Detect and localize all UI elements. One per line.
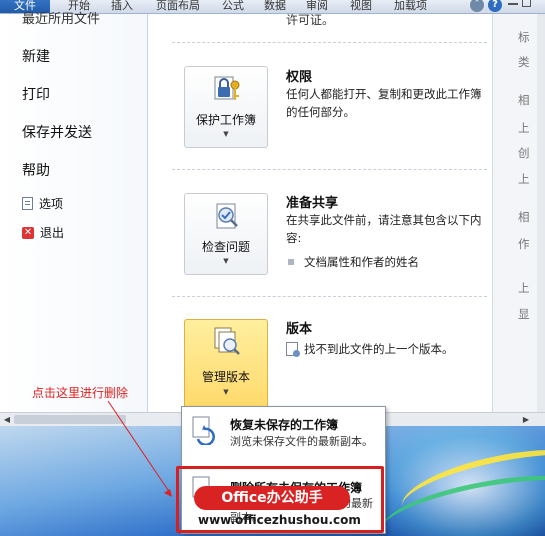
- protect-workbook-label: 保护工作簿: [195, 113, 256, 127]
- manage-versions-icon: [214, 327, 240, 355]
- watermark-badge: Office办公助手: [194, 486, 350, 510]
- versions-desc: 找不到此文件的上一个版本。: [304, 342, 454, 356]
- section-divider: [172, 296, 487, 297]
- manage-versions-button[interactable]: 管理版本 ▼: [184, 319, 268, 411]
- document-properties-label: 文档属性和作者的姓名: [304, 255, 419, 269]
- recover-document-icon: [192, 416, 215, 445]
- license-text: 许可证。: [286, 13, 335, 27]
- help-icon[interactable]: ?: [488, 0, 502, 12]
- options-icon: [22, 197, 33, 210]
- property-label: 标: [518, 30, 530, 44]
- protect-workbook-button[interactable]: 保护工作簿 ▼: [184, 66, 268, 148]
- tab-data[interactable]: 数据: [264, 0, 286, 13]
- chevron-down-icon: ▼: [223, 130, 229, 138]
- nav-item-new[interactable]: 新建: [22, 46, 50, 66]
- chevron-down-icon: ▼: [223, 388, 229, 396]
- section-divider: [172, 42, 487, 43]
- manage-versions-label: 管理版本: [201, 370, 250, 384]
- minimize-icon[interactable]: [508, 3, 518, 5]
- property-label: 创: [518, 146, 530, 160]
- scrollbar-thumb[interactable]: [14, 415, 126, 424]
- property-label: 上: [518, 121, 530, 135]
- nav-item-print[interactable]: 打印: [22, 84, 50, 104]
- document-properties-item: 文档属性和作者的姓名: [288, 254, 419, 270]
- menu-item-recover-unsaved[interactable]: 恢复未保存的工作簿 浏览未保存文件的最新副本。: [182, 407, 385, 467]
- nav-item-exit[interactable]: ✕ 退出: [22, 224, 64, 241]
- versions-title: 版本: [286, 322, 313, 337]
- nav-item-help[interactable]: 帮助: [22, 160, 50, 180]
- tab-insert[interactable]: 插入: [111, 0, 133, 13]
- property-label: 作: [518, 237, 530, 251]
- backstage-nav: 最近所用文件 新建 打印 保存并发送 帮助 选项 ✕ 退出: [0, 12, 148, 412]
- check-issues-label: 检查问题: [201, 240, 250, 254]
- recover-unsaved-title: 恢复未保存的工作簿: [230, 418, 339, 432]
- bullet-icon: [288, 259, 294, 265]
- property-label: 类: [518, 55, 530, 69]
- property-label: 显: [518, 307, 530, 321]
- vertical-scrollbar[interactable]: [537, 14, 545, 412]
- property-label: 相: [518, 210, 530, 224]
- property-label: 上: [518, 172, 530, 186]
- annotation-label: 点击这里进行删除: [32, 386, 129, 400]
- tab-view[interactable]: 视图: [350, 0, 372, 13]
- permissions-desc: 任何人都能打开、复制和更改此工作簿的任何部分。: [286, 87, 482, 119]
- permissions-title: 权限: [286, 70, 313, 85]
- property-label: 相: [518, 93, 530, 107]
- scroll-right-icon[interactable]: ▶: [520, 414, 532, 425]
- restore-icon[interactable]: [522, 0, 531, 7]
- versions-info: 找不到此文件的上一个版本。: [286, 340, 486, 358]
- nav-exit-label: 退出: [40, 226, 65, 240]
- nav-item-options[interactable]: 选项: [22, 195, 63, 212]
- ribbon-collapse-icon[interactable]: ˄: [470, 0, 484, 12]
- tab-formulas[interactable]: 公式: [222, 0, 244, 13]
- document-version-icon: [286, 342, 300, 357]
- chevron-down-icon: ▼: [223, 257, 229, 265]
- inspect-document-icon: [216, 203, 238, 229]
- prepare-sharing-desc: 在共享此文件前，请注意其包含以下内容:: [286, 213, 482, 245]
- prepare-sharing-title: 准备共享: [286, 196, 339, 211]
- lock-key-icon: [214, 76, 240, 100]
- recover-unsaved-desc: 浏览未保存文件的最新副本。: [230, 435, 373, 448]
- check-issues-button[interactable]: 检查问题 ▼: [184, 193, 268, 275]
- nav-item-save-send[interactable]: 保存并发送: [22, 122, 92, 142]
- nav-item-recent[interactable]: 最近所用文件: [22, 8, 100, 27]
- tab-add-ins[interactable]: 加载项: [394, 0, 427, 13]
- section-divider: [172, 169, 487, 170]
- info-panel: 许可证。 保护工作簿 ▼ 权限 任何人都能打开、复制和更改此工作簿的任何部分。 …: [149, 13, 492, 412]
- exit-icon: ✕: [22, 226, 34, 239]
- scroll-left-icon[interactable]: ◀: [1, 414, 13, 425]
- watermark-url: www.officezhushou.com: [198, 513, 361, 527]
- tab-page-layout[interactable]: 页面布局: [156, 0, 200, 13]
- property-label: 上: [518, 281, 530, 295]
- nav-options-label: 选项: [39, 197, 64, 211]
